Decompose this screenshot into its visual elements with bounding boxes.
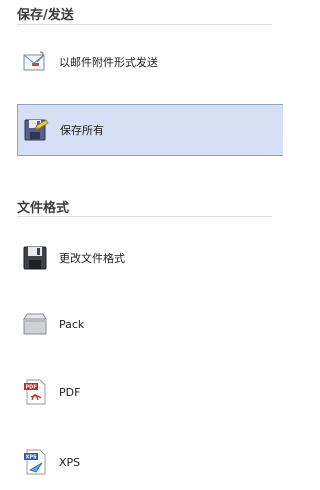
change-file-format-label: 更改文件格式: [59, 252, 125, 265]
svg-text:PDF: PDF: [26, 385, 37, 391]
change-file-format-button[interactable]: 更改文件格式: [17, 232, 283, 284]
xps-file-icon: XPS: [21, 448, 49, 476]
xps-label: XPS: [59, 455, 81, 469]
send-as-attachment-button[interactable]: 以邮件附件形式发送: [17, 36, 283, 88]
floppy-disk-icon: [21, 244, 49, 272]
section-divider: [17, 216, 272, 217]
pdf-label: PDF: [59, 385, 81, 399]
send-as-attachment-label: 以邮件附件形式发送: [59, 56, 158, 69]
svg-text:XPS: XPS: [26, 455, 38, 461]
save-all-button[interactable]: 保存所有: [17, 104, 283, 156]
backstage-panel: 保存/发送 以邮件附件形式发送 保存所有 文件格式 更改文件格式 Pack PD…: [0, 0, 283, 490]
pdf-file-icon: PDF: [21, 378, 49, 406]
package-box-icon: [21, 310, 49, 338]
xps-button[interactable]: XPS XPS: [17, 436, 283, 488]
pdf-button[interactable]: PDF PDF: [17, 366, 283, 418]
save-all-label: 保存所有: [60, 124, 104, 137]
section-divider: [17, 24, 272, 25]
envelope-attachment-icon: [21, 48, 49, 76]
pack-label: Pack: [59, 317, 85, 331]
section-header-file-format: 文件格式: [17, 201, 70, 216]
section-header-save-send: 保存/发送: [17, 8, 74, 23]
save-all-icon: [22, 116, 50, 144]
pack-button[interactable]: Pack: [17, 298, 283, 350]
